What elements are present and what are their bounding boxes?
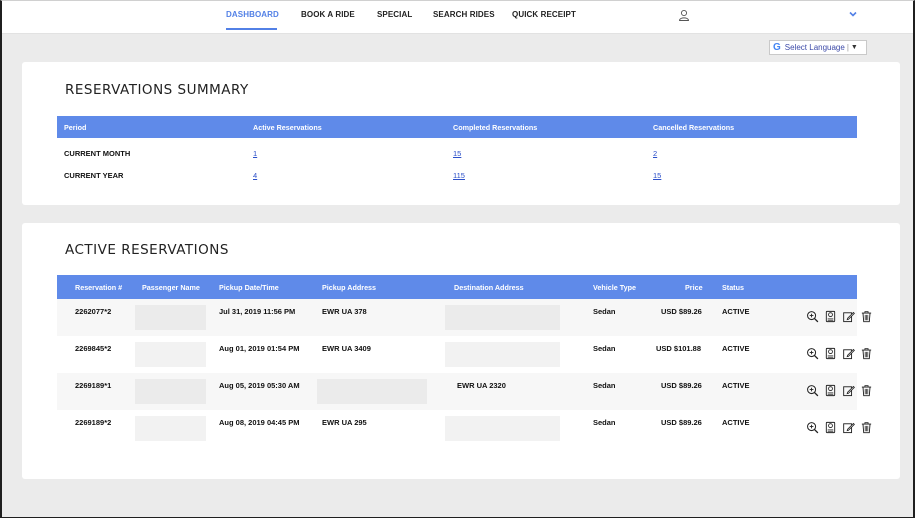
status-badge: ACTIVE	[722, 381, 750, 390]
reservation-number: 2269189*1	[75, 381, 112, 390]
price: USD $89.26	[661, 381, 702, 390]
pickup-datetime: Aug 08, 2019 04:45 PM	[219, 418, 300, 427]
trash-icon[interactable]	[860, 384, 873, 397]
nav-book-a-ride[interactable]: BOOK A RIDE	[301, 10, 355, 19]
language-select[interactable]: G Select Language | ▼	[769, 40, 867, 55]
nav-quick-receipt[interactable]: QUICK RECEIPT	[512, 10, 576, 19]
user-menu[interactable]	[714, 6, 864, 26]
vehicle-type: Sedan	[593, 344, 616, 353]
table-row[interactable]: 2269189*1 Aug 05, 2019 05:30 AM EWR UA 2…	[57, 373, 872, 410]
passenger-name-redacted	[135, 305, 206, 330]
active-count-link[interactable]: 4	[253, 171, 257, 180]
vehicle-type: Sedan	[593, 418, 616, 427]
trash-icon[interactable]	[860, 421, 873, 434]
period-label: CURRENT MONTH	[64, 149, 131, 158]
edit-icon[interactable]	[842, 347, 855, 360]
price: USD $89.26	[661, 307, 702, 316]
nav-search-rides[interactable]: SEARCH RIDES	[433, 10, 495, 19]
header-passenger-name: Passenger Name	[142, 283, 200, 292]
header-destination-address: Destination Address	[454, 283, 524, 292]
reservation-number: 2269845*2	[75, 344, 112, 353]
nav-active-underline	[226, 28, 277, 30]
nav-special[interactable]: SPECIAL	[377, 10, 412, 19]
period-label: CURRENT YEAR	[64, 171, 124, 180]
passenger-name-redacted	[135, 416, 206, 441]
header-pickup-address: Pickup Address	[322, 283, 377, 292]
active-reservations-card: ACTIVE RESERVATIONS Reservation # Passen…	[22, 223, 900, 479]
nav-dashboard[interactable]: DASHBOARD	[226, 10, 279, 19]
table-row[interactable]: 2269845*2 Aug 01, 2019 01:54 PM EWR UA 3…	[57, 336, 872, 373]
destination-address: EWR UA 2320	[457, 381, 506, 390]
reservation-number: 2262077*2	[75, 307, 112, 316]
zoom-in-icon[interactable]	[806, 347, 819, 360]
cancelled-count-link[interactable]: 15	[653, 171, 661, 180]
table-row[interactable]: 2262077*2 Jul 31, 2019 11:56 PM EWR UA 3…	[57, 299, 872, 336]
active-table-header: Reservation # Passenger Name Pickup Date…	[57, 275, 857, 299]
active-count-link[interactable]: 1	[253, 149, 257, 158]
row-actions	[806, 384, 873, 397]
header-completed-reservations: Completed Reservations	[453, 123, 538, 132]
completed-count-link[interactable]: 15	[453, 149, 461, 158]
header-pickup-datetime: Pickup Date/Time	[219, 283, 279, 292]
price: USD $89.26	[661, 418, 702, 427]
zoom-in-icon[interactable]	[806, 310, 819, 323]
pickup-datetime: Aug 05, 2019 05:30 AM	[219, 381, 300, 390]
active-title: ACTIVE RESERVATIONS	[65, 242, 229, 258]
zoom-in-icon[interactable]	[806, 421, 819, 434]
summary-table-header: Period Active Reservations Completed Res…	[57, 116, 857, 138]
pickup-address: EWR UA 295	[322, 418, 367, 427]
pickup-datetime: Jul 31, 2019 11:56 PM	[219, 307, 296, 316]
header-active-reservations: Active Reservations	[253, 123, 322, 132]
status-badge: ACTIVE	[722, 307, 750, 316]
zoom-in-icon[interactable]	[806, 384, 819, 397]
receipt-icon[interactable]	[824, 384, 837, 397]
status-badge: ACTIVE	[722, 344, 750, 353]
user-icon[interactable]	[678, 9, 690, 21]
vehicle-type: Sedan	[593, 307, 616, 316]
status-badge: ACTIVE	[722, 418, 750, 427]
edit-icon[interactable]	[842, 310, 855, 323]
header-reservation-number: Reservation #	[75, 283, 123, 292]
edit-icon[interactable]	[842, 384, 855, 397]
receipt-icon[interactable]	[824, 310, 837, 323]
top-nav: DASHBOARD BOOK A RIDE SPECIAL SEARCH RID…	[0, 0, 915, 34]
language-arrow-icon: ▼	[850, 44, 858, 51]
passenger-name-redacted	[135, 342, 206, 367]
google-g-icon: G	[773, 42, 781, 53]
pickup-address-redacted	[317, 379, 427, 404]
price: USD $101.88	[656, 344, 702, 353]
reservations-summary-card: RESERVATIONS SUMMARY Period Active Reser…	[22, 62, 900, 205]
summary-title: RESERVATIONS SUMMARY	[65, 82, 249, 98]
completed-count-link[interactable]: 115	[453, 171, 465, 180]
language-label: Select Language	[784, 43, 845, 52]
destination-address-redacted	[445, 342, 560, 367]
row-actions	[806, 347, 873, 360]
receipt-icon[interactable]	[824, 347, 837, 360]
edit-icon[interactable]	[842, 421, 855, 434]
vehicle-type: Sedan	[593, 381, 616, 390]
pickup-address: EWR UA 3409	[322, 344, 371, 353]
language-separator: |	[846, 43, 849, 52]
pickup-address: EWR UA 378	[322, 307, 367, 316]
destination-address-redacted	[445, 305, 560, 330]
pickup-datetime: Aug 01, 2019 01:54 PM	[219, 344, 300, 353]
trash-icon[interactable]	[860, 310, 873, 323]
header-status: Status	[722, 283, 744, 292]
chevron-down-icon[interactable]	[848, 9, 858, 19]
passenger-name-redacted	[135, 379, 206, 404]
trash-icon[interactable]	[860, 347, 873, 360]
header-price: Price	[685, 283, 703, 292]
row-actions	[806, 310, 873, 323]
receipt-icon[interactable]	[824, 421, 837, 434]
table-row[interactable]: 2269189*2 Aug 08, 2019 04:45 PM EWR UA 2…	[57, 410, 872, 447]
header-cancelled-reservations: Cancelled Reservations	[653, 123, 735, 132]
cancelled-count-link[interactable]: 2	[653, 149, 657, 158]
reservation-number: 2269189*2	[75, 418, 112, 427]
destination-address-redacted	[445, 416, 560, 441]
header-period: Period	[64, 123, 87, 132]
row-actions	[806, 421, 873, 434]
header-vehicle-type: Vehicle Type	[593, 283, 637, 292]
